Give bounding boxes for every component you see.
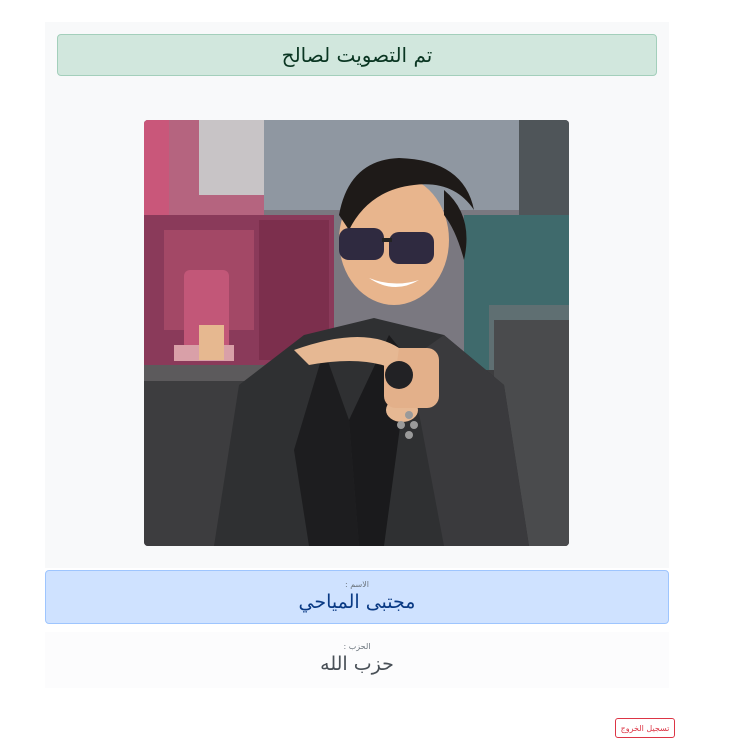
vote-card: تم التصويت لصالح <box>45 22 669 568</box>
candidate-photo <box>144 120 569 546</box>
logout-button[interactable]: تسجيل الخروج <box>615 718 675 738</box>
party-label: الحزب : <box>343 642 371 651</box>
vote-confirmation-banner: تم التصويت لصالح <box>57 34 657 76</box>
candidate-name-box: الاسم : مجتبى المياحي <box>45 570 669 624</box>
candidate-party: حزب الله <box>320 653 394 675</box>
name-label: الاسم : <box>344 580 370 589</box>
candidate-party-box: الحزب : حزب الله <box>45 632 669 688</box>
vote-confirmation-page: تم التصويت لصالح الاسم: مجتبى المياحي ا… <box>0 0 730 750</box>
candidate-name: مجتبى المياحي <box>298 591 416 613</box>
